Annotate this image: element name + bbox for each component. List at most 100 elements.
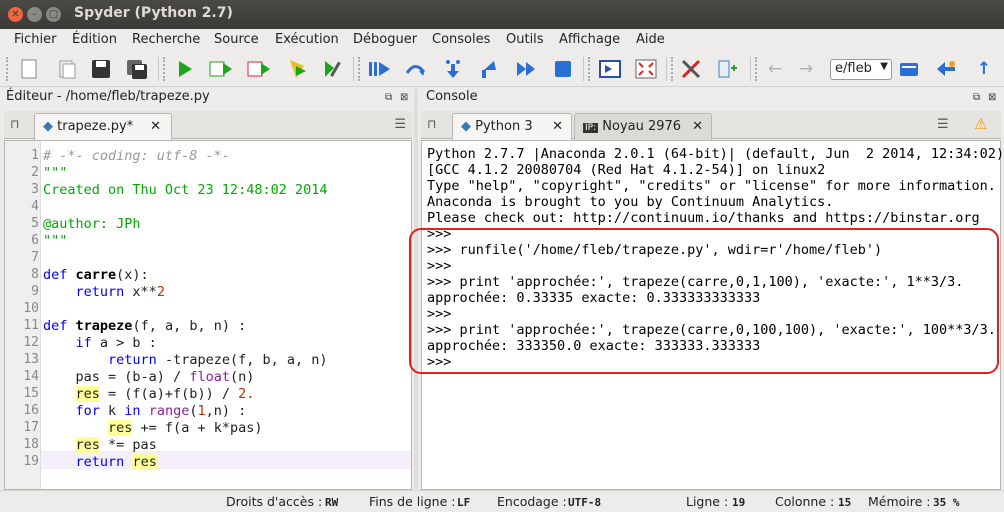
window-title: Spyder (Python 2.7)	[74, 5, 233, 21]
tab-label: Noyau 2976	[602, 119, 682, 134]
working-directory-value: e/fleb	[835, 61, 872, 76]
toolbar-separator	[583, 57, 584, 81]
step-into-icon[interactable]	[441, 57, 465, 81]
line-number: 19	[23, 454, 39, 469]
close-tab-icon[interactable]: ✕	[150, 119, 161, 134]
eol-label: Fins de ligne :	[369, 494, 456, 509]
open-file-icon[interactable]	[55, 57, 79, 81]
toolbar-grip[interactable]	[588, 57, 592, 81]
set-directory-icon[interactable]	[934, 57, 958, 81]
debug-icon[interactable]	[368, 57, 392, 81]
line-number: 14	[23, 369, 39, 384]
run-icon[interactable]	[173, 57, 197, 81]
step-icon[interactable]	[403, 57, 427, 81]
toolbar-grip[interactable]	[6, 57, 10, 81]
code-line: res *= pas	[75, 437, 157, 453]
line-number: 18	[23, 437, 39, 452]
tab-label: Python 3	[475, 119, 533, 134]
continue-icon[interactable]	[514, 57, 538, 81]
tab-noyau-2976[interactable]: IP: Noyau 2976 ✕	[574, 113, 712, 140]
menu-aide[interactable]: Aide	[636, 32, 665, 47]
menu-outils[interactable]: Outils	[506, 32, 544, 47]
menu-affichage[interactable]: Affichage	[559, 32, 620, 47]
warning-icon[interactable]: ⚠	[974, 115, 987, 133]
editor-pane-title: Éditeur - /home/fleb/trapeze.py	[6, 89, 210, 104]
code-editor[interactable]: 1 2 3 4 5 6 7 8 9 10 11 12 13 14 15 16 17 18 19 # -*- codi…	[4, 140, 412, 490]
close-tab-icon[interactable]: ✕	[552, 119, 563, 134]
toolbar-grip[interactable]	[671, 57, 675, 81]
save-all-icon[interactable]	[125, 57, 149, 81]
toolbar-grip[interactable]	[163, 57, 167, 81]
fullscreen-icon[interactable]	[634, 57, 658, 81]
code-line: return -trapeze(f, b, a, n)	[108, 352, 328, 368]
close-pane-icon[interactable]: ⊠	[400, 92, 408, 103]
toolbar-grip[interactable]	[358, 57, 362, 81]
menu-recherche[interactable]: Recherche	[132, 32, 200, 47]
console-line: Please check out: http://continuum.io/th…	[427, 210, 980, 226]
options-menu-icon[interactable]: ☰	[394, 117, 406, 132]
options-menu-icon[interactable]: ☰	[937, 117, 949, 132]
maximize-window-button[interactable]: ▢	[46, 7, 61, 22]
parent-directory-icon[interactable]: ↑	[972, 57, 996, 81]
menu-edition[interactable]: Édition	[72, 32, 117, 47]
close-tab-icon[interactable]: ✕	[692, 119, 703, 134]
line-number: 3	[31, 182, 39, 197]
ipython-icon: IP:	[583, 123, 599, 133]
run-selection-icon[interactable]	[285, 57, 309, 81]
save-icon[interactable]	[89, 57, 113, 81]
line-number: 17	[23, 420, 39, 435]
access-label: Droits d'accès :	[226, 494, 323, 509]
browse-tabs-icon[interactable]: ⊓	[10, 117, 19, 131]
undock-icon[interactable]: ⧉	[973, 92, 980, 103]
line-number: 15	[23, 386, 39, 401]
console-line: Python 2.7.7 |Anaconda 2.0.1 (64-bit)| (…	[427, 146, 1004, 162]
working-directory-combobox[interactable]: e/fleb ▼	[830, 59, 892, 80]
line-number: 12	[23, 335, 39, 350]
toolbar-separator	[666, 57, 667, 81]
close-pane-icon[interactable]: ⊠	[988, 92, 996, 103]
forward-arrow-icon[interactable]: →	[794, 57, 818, 81]
encoding-label: Encodage :	[497, 494, 567, 509]
menu-fichier[interactable]: Fichier	[14, 32, 57, 47]
undock-icon[interactable]: ⧉	[385, 92, 392, 103]
browse-tabs-icon[interactable]: ⊓	[427, 117, 436, 131]
toolbar-grip[interactable]	[755, 57, 759, 81]
preferences-icon[interactable]	[679, 57, 703, 81]
line-label: Ligne :	[686, 494, 729, 509]
console-tab-bar: ⊓ ◆ Python 3 ✕ IP: Noyau 2976 ✕ ☰ ⚠	[421, 111, 1001, 140]
step-return-icon[interactable]	[477, 57, 501, 81]
line-number: 4	[31, 199, 39, 214]
menu-execution[interactable]: Exécution	[275, 32, 339, 47]
status-bar: Droits d'accès : RW Fins de ligne : LF E…	[0, 490, 1004, 512]
tab-trapeze[interactable]: ◆ trapeze.py* ✕	[34, 113, 172, 140]
pythonpath-manager-icon[interactable]	[716, 57, 740, 81]
menu-source[interactable]: Source	[214, 32, 259, 47]
new-file-icon[interactable]	[17, 57, 41, 81]
code-line: def trapeze(f, a, b, n) :	[43, 318, 247, 334]
run-config-icon[interactable]	[321, 57, 345, 81]
line-number: 7	[31, 250, 39, 265]
maximize-pane-icon[interactable]	[598, 57, 622, 81]
tab-label: trapeze.py*	[57, 119, 134, 134]
console-line: Type "help", "copyright", "credits" or "…	[427, 178, 996, 194]
back-arrow-icon[interactable]: ←	[763, 57, 787, 81]
menu-consoles[interactable]: Consoles	[432, 32, 490, 47]
menu-deboguer[interactable]: Déboguer	[353, 32, 417, 47]
column-value: 15	[838, 496, 852, 509]
minimize-window-button[interactable]: –	[27, 7, 42, 22]
run-cell-icon[interactable]	[209, 57, 233, 81]
toolbar-separator	[158, 57, 159, 81]
run-cell-advance-icon[interactable]	[247, 57, 271, 81]
access-value: RW	[325, 496, 339, 509]
close-window-button[interactable]: ✕	[8, 7, 23, 22]
line-number: 8	[31, 267, 39, 282]
line-number: 13	[23, 352, 39, 367]
line-value: 19	[732, 496, 746, 509]
stop-icon[interactable]	[551, 57, 575, 81]
toolbar-separator	[353, 57, 354, 81]
code-line: res += f(a + k*pas)	[108, 420, 263, 436]
tab-python-3[interactable]: ◆ Python 3 ✕	[452, 113, 572, 140]
code-line: """	[43, 233, 68, 249]
browse-directory-icon[interactable]	[897, 57, 921, 81]
code-line: Created on Thu Oct 23 12:48:02 2014	[43, 182, 328, 198]
